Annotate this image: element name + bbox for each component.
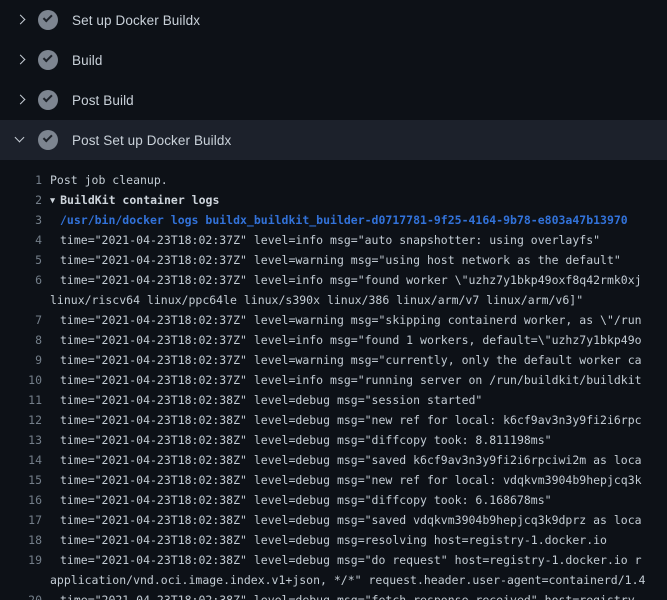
log-line: linux/riscv64 linux/ppc64le linux/s390x … bbox=[0, 290, 667, 310]
log-line-text: time="2021-04-23T18:02:38Z" level=debug … bbox=[60, 410, 642, 430]
log-line-text: time="2021-04-23T18:02:37Z" level=warnin… bbox=[60, 310, 642, 330]
chevron-down-icon[interactable] bbox=[12, 132, 28, 148]
log-line: 18 time="2021-04-23T18:02:38Z" level=debu… bbox=[0, 530, 667, 550]
log-viewer: 1 Post job cleanup. 2 ▼ BuildKit container l… bbox=[0, 160, 667, 600]
log-line: 17 time="2021-04-23T18:02:38Z" level=debu… bbox=[0, 510, 667, 530]
log-line-text[interactable]: ▼ BuildKit container logs bbox=[50, 190, 219, 210]
log-command-text: /usr/bin/docker logs buildx_buildkit_bui… bbox=[60, 210, 628, 230]
log-line: 9 time="2021-04-23T18:02:37Z" level=warni… bbox=[0, 350, 667, 370]
step-header-post-build[interactable]: Post Build bbox=[0, 80, 667, 120]
log-line-text: linux/riscv64 linux/ppc64le linux/s390x … bbox=[50, 290, 583, 310]
log-line-text: time="2021-04-23T18:02:38Z" level=debug … bbox=[60, 550, 642, 570]
log-line-number[interactable]: 8 bbox=[0, 330, 42, 350]
log-line-text: time="2021-04-23T18:02:37Z" level=info m… bbox=[60, 230, 600, 250]
log-line-number[interactable]: 5 bbox=[0, 250, 42, 270]
step-list: Set up Docker Buildx Build Post Build Po… bbox=[0, 0, 667, 160]
log-line-number[interactable]: 9 bbox=[0, 350, 42, 370]
log-line: 12 time="2021-04-23T18:02:38Z" level=debu… bbox=[0, 410, 667, 430]
log-line-text: time="2021-04-23T18:02:37Z" level=info m… bbox=[60, 270, 642, 290]
step-header-build[interactable]: Build bbox=[0, 40, 667, 80]
log-line-number[interactable]: 11 bbox=[0, 390, 42, 410]
log-line-text: time="2021-04-23T18:02:38Z" level=debug … bbox=[60, 590, 642, 600]
log-line: 11 time="2021-04-23T18:02:38Z" level=debu… bbox=[0, 390, 667, 410]
log-line-text: time="2021-04-23T18:02:37Z" level=info m… bbox=[60, 330, 642, 350]
log-line-number[interactable]: 15 bbox=[0, 470, 42, 490]
log-line-number bbox=[0, 290, 42, 310]
log-line-number[interactable]: 2 bbox=[0, 190, 42, 210]
log-line-number[interactable]: 1 bbox=[0, 170, 42, 190]
chevron-right-icon[interactable] bbox=[12, 12, 28, 28]
log-line-number[interactable]: 12 bbox=[0, 410, 42, 430]
log-line-number[interactable]: 14 bbox=[0, 450, 42, 470]
step-label: Post Build bbox=[72, 93, 134, 108]
log-line: 20 time="2021-04-23T18:02:38Z" level=debu… bbox=[0, 590, 667, 600]
check-icon bbox=[38, 90, 58, 110]
log-line: 6 time="2021-04-23T18:02:37Z" level=info … bbox=[0, 270, 667, 290]
check-icon bbox=[38, 50, 58, 70]
log-line: 8 time="2021-04-23T18:02:37Z" level=info … bbox=[0, 330, 667, 350]
log-line-text: Post job cleanup. bbox=[50, 170, 168, 190]
step-label: Post Set up Docker Buildx bbox=[72, 133, 231, 148]
log-line-number[interactable]: 4 bbox=[0, 230, 42, 250]
group-title[interactable]: BuildKit container logs bbox=[60, 193, 219, 207]
log-line-number[interactable]: 20 bbox=[0, 590, 42, 600]
log-line-number[interactable]: 7 bbox=[0, 310, 42, 330]
check-icon bbox=[38, 10, 58, 30]
log-line-number[interactable]: 10 bbox=[0, 370, 42, 390]
log-line: 16 time="2021-04-23T18:02:38Z" level=debu… bbox=[0, 490, 667, 510]
log-line-text: time="2021-04-23T18:02:38Z" level=debug … bbox=[60, 450, 642, 470]
step-label: Build bbox=[72, 53, 103, 68]
check-icon bbox=[38, 130, 58, 150]
log-line: 5 time="2021-04-23T18:02:37Z" level=warni… bbox=[0, 250, 667, 270]
step-header-post-setup-docker-buildx[interactable]: Post Set up Docker Buildx bbox=[0, 120, 667, 160]
check-mark bbox=[43, 92, 53, 102]
log-line-text: time="2021-04-23T18:02:38Z" level=debug … bbox=[60, 390, 482, 410]
log-line: application/vnd.oci.image.index.v1+json,… bbox=[0, 570, 667, 590]
check-mark bbox=[43, 132, 53, 142]
log-line: 4 time="2021-04-23T18:02:37Z" level=info … bbox=[0, 230, 667, 250]
log-line-text: time="2021-04-23T18:02:38Z" level=debug … bbox=[60, 430, 552, 450]
log-line-text: time="2021-04-23T18:02:37Z" level=info m… bbox=[60, 370, 642, 390]
check-mark bbox=[43, 52, 53, 62]
log-line-text: time="2021-04-23T18:02:38Z" level=debug … bbox=[60, 470, 642, 490]
step-header-setup-docker-buildx[interactable]: Set up Docker Buildx bbox=[0, 0, 667, 40]
log-line-number bbox=[0, 570, 42, 590]
log-line-number[interactable]: 18 bbox=[0, 530, 42, 550]
log-line-number[interactable]: 16 bbox=[0, 490, 42, 510]
log-line: 10 time="2021-04-23T18:02:37Z" level=info… bbox=[0, 370, 667, 390]
log-line-number[interactable]: 6 bbox=[0, 270, 42, 290]
log-line-number[interactable]: 19 bbox=[0, 550, 42, 570]
log-line: 2 ▼ BuildKit container logs bbox=[0, 190, 667, 210]
group-collapse-caret-icon[interactable]: ▼ bbox=[50, 196, 55, 206]
log-line-text: time="2021-04-23T18:02:38Z" level=debug … bbox=[60, 490, 552, 510]
log-line: 14 time="2021-04-23T18:02:38Z" level=debu… bbox=[0, 450, 667, 470]
log-line: 19 time="2021-04-23T18:02:38Z" level=debu… bbox=[0, 550, 667, 570]
log-line-text: time="2021-04-23T18:02:37Z" level=warnin… bbox=[60, 350, 642, 370]
log-line: 13 time="2021-04-23T18:02:38Z" level=debu… bbox=[0, 430, 667, 450]
chevron-right-icon[interactable] bbox=[12, 52, 28, 68]
log-line-number[interactable]: 3 bbox=[0, 210, 42, 230]
log-line-number[interactable]: 17 bbox=[0, 510, 42, 530]
log-line-text: time="2021-04-23T18:02:37Z" level=warnin… bbox=[60, 250, 621, 270]
log-line-number[interactable]: 13 bbox=[0, 430, 42, 450]
log-line: 1 Post job cleanup. bbox=[0, 170, 667, 190]
log-line-text: application/vnd.oci.image.index.v1+json,… bbox=[50, 570, 645, 590]
log-line: 3/usr/bin/docker logs buildx_buildkit_bu… bbox=[0, 210, 667, 230]
log-line-text: time="2021-04-23T18:02:38Z" level=debug … bbox=[60, 510, 642, 530]
step-label: Set up Docker Buildx bbox=[72, 13, 200, 28]
check-mark bbox=[43, 12, 53, 22]
chevron-right-icon[interactable] bbox=[12, 92, 28, 108]
log-line: 15 time="2021-04-23T18:02:38Z" level=debu… bbox=[0, 470, 667, 490]
log-line-text: time="2021-04-23T18:02:38Z" level=debug … bbox=[60, 530, 607, 550]
log-line: 7 time="2021-04-23T18:02:37Z" level=warni… bbox=[0, 310, 667, 330]
